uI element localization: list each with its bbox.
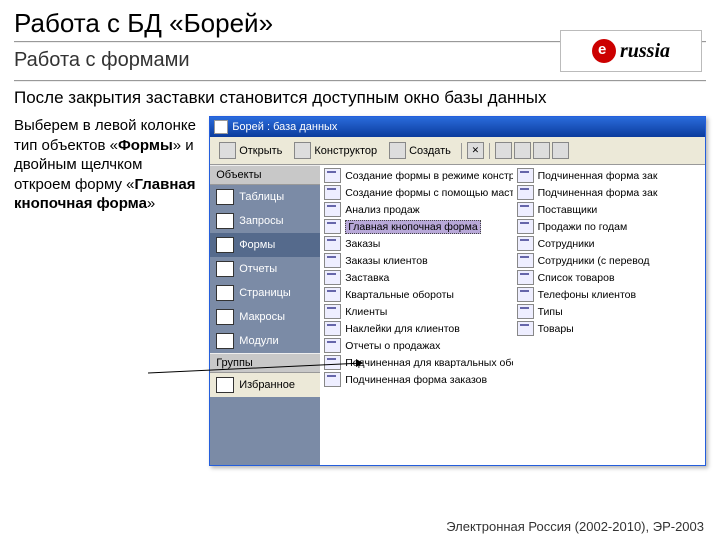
form-icon	[517, 185, 534, 200]
list-column-1: Создание формы в режиме конструктораСозд…	[320, 165, 512, 465]
form-icon	[324, 372, 341, 387]
view-list-icon[interactable]	[533, 142, 550, 159]
page-icon	[216, 285, 234, 301]
create-button[interactable]: Создать	[384, 140, 456, 161]
form-icon	[324, 321, 341, 336]
sidebar-item-macros[interactable]: Макросы	[210, 305, 320, 329]
create-icon	[389, 142, 406, 159]
divider	[14, 80, 706, 82]
form-icon	[324, 338, 341, 353]
table-icon	[216, 189, 234, 205]
form-icon	[324, 168, 341, 183]
list-item[interactable]: Отчеты о продажах	[320, 337, 512, 354]
form-icon	[517, 287, 534, 302]
list-item[interactable]: Подчиненная форма зак	[513, 167, 705, 184]
design-button[interactable]: Конструктор	[289, 140, 382, 161]
list-item[interactable]: Квартальные обороты	[320, 286, 512, 303]
form-icon	[216, 237, 234, 253]
list-item[interactable]: Создание формы в режиме конструктора	[320, 167, 512, 184]
form-icon	[517, 270, 534, 285]
list-item[interactable]: Товары	[513, 320, 705, 337]
form-icon	[324, 219, 341, 234]
list-item[interactable]: Телефоны клиентов	[513, 286, 705, 303]
list-item[interactable]: Создание формы с помощью мастера	[320, 184, 512, 201]
form-icon	[517, 253, 534, 268]
open-button[interactable]: Открыть	[214, 140, 287, 161]
russia-logo: russia	[560, 30, 702, 72]
sidebar-group-objects: Объекты	[210, 165, 320, 185]
form-icon	[517, 202, 534, 217]
form-icon	[324, 287, 341, 302]
macro-icon	[216, 309, 234, 325]
forms-list: Создание формы в режиме конструктораСозд…	[320, 165, 705, 465]
list-item[interactable]: Подчиненная форма заказов	[320, 371, 512, 388]
list-item[interactable]: Подчиненная для квартальных оборотов	[320, 354, 512, 371]
list-item[interactable]: Главная кнопочная форма	[320, 218, 512, 235]
sidebar-item-reports[interactable]: Отчеты	[210, 257, 320, 281]
module-icon	[216, 333, 234, 349]
list-item[interactable]: Заказы	[320, 235, 512, 252]
app-icon	[214, 120, 228, 134]
list-item[interactable]: Типы	[513, 303, 705, 320]
objects-sidebar: Объекты Таблицы Запросы Формы Отчеты Стр…	[210, 165, 320, 465]
database-window: Борей : база данных Открыть Конструктор …	[209, 116, 706, 466]
list-item[interactable]: Поставщики	[513, 201, 705, 218]
separator	[461, 143, 462, 159]
query-icon	[216, 213, 234, 229]
list-item[interactable]: Список товаров	[513, 269, 705, 286]
view-small-icon[interactable]	[514, 142, 531, 159]
separator	[489, 143, 490, 159]
list-item[interactable]: Заставка	[320, 269, 512, 286]
form-icon	[324, 253, 341, 268]
intro-text: После закрытия заставки становится досту…	[14, 88, 706, 108]
sidebar-item-pages[interactable]: Страницы	[210, 281, 320, 305]
list-item[interactable]: Продажи по годам	[513, 218, 705, 235]
sidebar-item-tables[interactable]: Таблицы	[210, 185, 320, 209]
list-item[interactable]: Сотрудники (с перевод	[513, 252, 705, 269]
delete-icon[interactable]: ✕	[467, 142, 484, 159]
form-icon	[324, 202, 341, 217]
view-large-icon[interactable]	[495, 142, 512, 159]
sidebar-item-forms[interactable]: Формы	[210, 233, 320, 257]
form-icon	[517, 236, 534, 251]
open-icon	[219, 142, 236, 159]
list-item[interactable]: Заказы клиентов	[320, 252, 512, 269]
list-item[interactable]: Сотрудники	[513, 235, 705, 252]
sidebar-item-modules[interactable]: Модули	[210, 329, 320, 353]
design-icon	[294, 142, 311, 159]
form-icon	[324, 304, 341, 319]
footer-text: Электронная Россия (2002-2010), ЭР-2003	[446, 519, 704, 534]
form-icon	[324, 270, 341, 285]
window-title: Борей : база данных	[232, 121, 337, 133]
form-icon	[324, 236, 341, 251]
list-item[interactable]: Анализ продаж	[320, 201, 512, 218]
window-titlebar[interactable]: Борей : база данных	[210, 117, 705, 137]
favorites-icon	[216, 377, 234, 393]
list-item[interactable]: Подчиненная форма зак	[513, 184, 705, 201]
form-icon	[517, 321, 534, 336]
list-column-2: Подчиненная форма закПодчиненная форма з…	[513, 165, 705, 465]
form-icon	[517, 219, 534, 234]
toolbar: Открыть Конструктор Создать ✕	[210, 137, 705, 165]
sidebar-group-groups: Группы	[210, 353, 320, 373]
form-icon	[324, 355, 341, 370]
sidebar-item-queries[interactable]: Запросы	[210, 209, 320, 233]
description-text: Выберем в левой колонке тип объектов «Фо…	[14, 116, 203, 466]
form-icon	[324, 185, 341, 200]
form-icon	[517, 168, 534, 183]
sidebar-item-favorites[interactable]: Избранное	[210, 373, 320, 397]
globe-icon	[592, 39, 616, 63]
list-item[interactable]: Клиенты	[320, 303, 512, 320]
view-details-icon[interactable]	[552, 142, 569, 159]
report-icon	[216, 261, 234, 277]
list-item[interactable]: Наклейки для клиентов	[320, 320, 512, 337]
form-icon	[517, 304, 534, 319]
